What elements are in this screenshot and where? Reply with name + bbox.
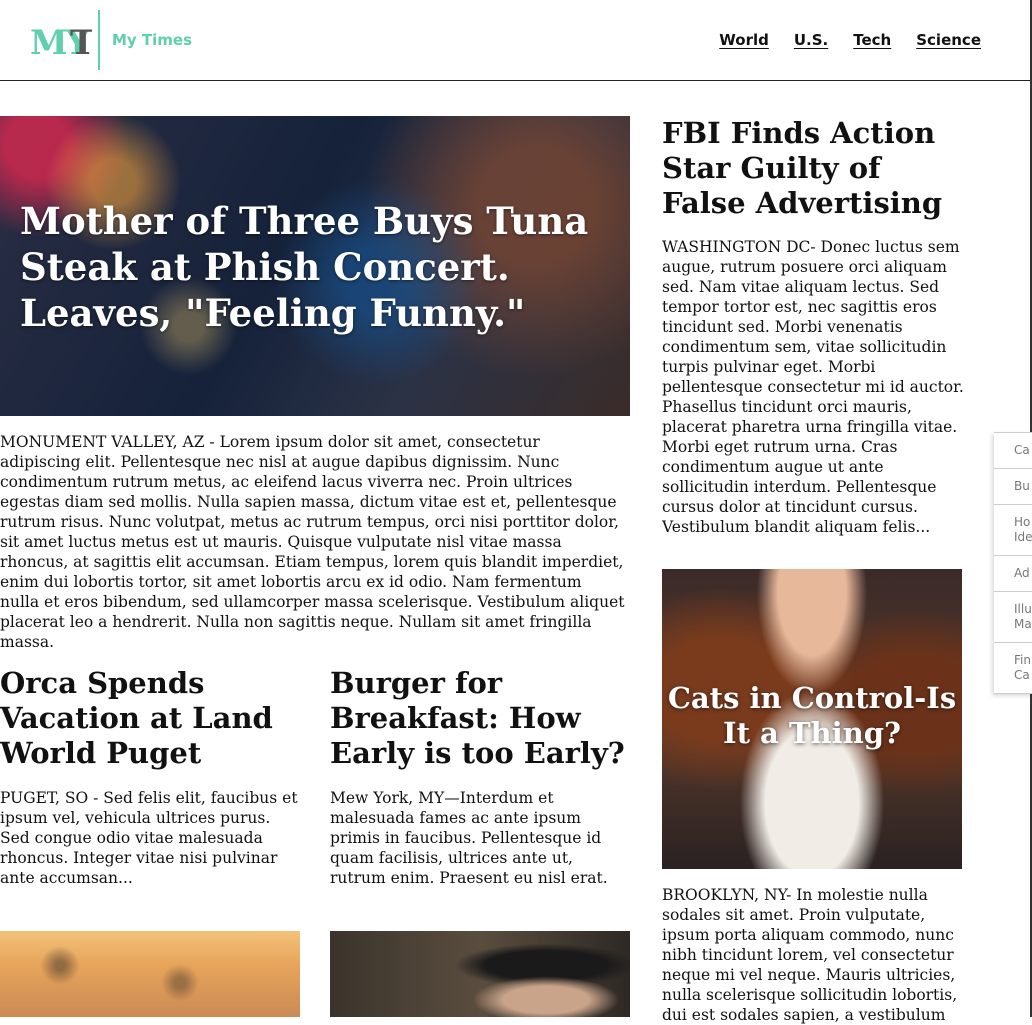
orca-story-body: PUGET, SO - Sed felis elit, faucibus et … [0,789,298,887]
lead-story-body: MONUMENT VALLEY, AZ - Lorem ipsum dolor … [0,433,625,651]
lead-story-title[interactable]: Mother of Three Buys Tuna Steak at Phish… [20,198,620,336]
cats-story-image[interactable]: Cats in Control-Is It a Thing? [662,569,962,869]
fbi-story-body: WASHINGTON DC- Donec luctus sem augue, r… [662,238,964,536]
cats-story-title[interactable]: Cats in Control-Is It a Thing? [662,681,962,751]
main-nav: World U.S. Tech Science [719,31,981,49]
nav-world[interactable]: World [719,31,769,49]
logo-divider [98,10,100,70]
nav-tech[interactable]: Tech [853,31,891,49]
burger-story-image[interactable] [330,931,630,1017]
side-menu-item[interactable]: Ad [994,556,1032,592]
logo-icon[interactable]: MY T [30,18,92,62]
burger-story-body: Mew York, MY—Interdum et malesuada fames… [330,789,608,887]
orca-story-title[interactable]: Orca Spends Vacation at Land World Puget [0,666,300,771]
side-category-menu: Ca Bu Ho Ide Ad Illu Ma Fin Ca [994,432,1032,694]
lead-story-image[interactable]: Mother of Three Buys Tuna Steak at Phish… [0,116,630,416]
site-name[interactable]: My Times [112,31,192,49]
side-menu-item[interactable]: Ca [994,433,1032,469]
burger-story-title[interactable]: Burger for Breakfast: How Early is too E… [330,666,630,771]
side-menu-item[interactable]: Fin Ca [994,643,1032,694]
side-menu-item[interactable]: Ho Ide [994,505,1032,556]
fbi-story-title[interactable]: FBI Finds Action Star Guilty of False Ad… [662,116,972,221]
svg-text:T: T [70,23,92,62]
nav-science[interactable]: Science [916,31,981,49]
nav-us[interactable]: U.S. [794,31,828,49]
side-menu-item[interactable]: Bu [994,469,1032,505]
site-header: MY T My Times World U.S. Tech Science [0,0,1032,81]
side-menu-item[interactable]: Illu Ma [994,592,1032,643]
cats-story-body: BROOKLYN, NY- In molestie nulla sodales … [662,886,958,1024]
orca-story-image[interactable] [0,931,300,1017]
